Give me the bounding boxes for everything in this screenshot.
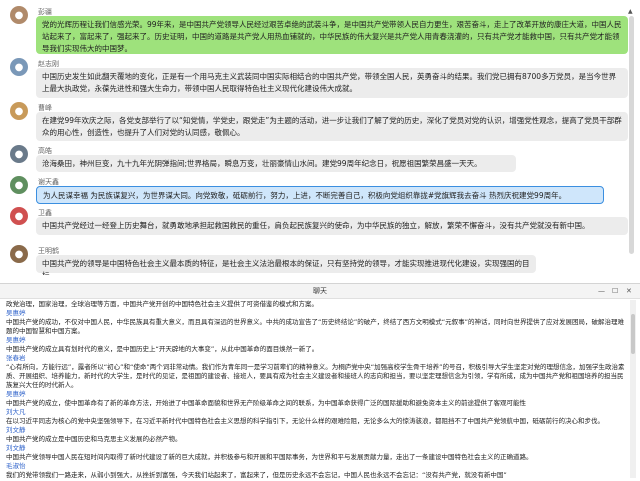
chat-message: ● 赵志刚 中国历史发生如此翻天覆地的变化，正是有一个用马克主义武装同中国实际相… bbox=[0, 56, 640, 100]
log-text: 中国共产党的成功，不仅对中国人民，中华民族具有重大意义，而且具有深远的世界意义。… bbox=[6, 318, 624, 335]
message-text: 党的光辉历程让我们信感光荣。99年来，是中国共产党领导人民经过艰苦卓绝的武装斗争… bbox=[42, 20, 622, 53]
chat-message: ● 彭疆 党的光辉历程让我们信感光荣。99年来，是中国共产党领导人民经过艰苦卓绝… bbox=[0, 2, 640, 54]
window-title: 聊天 bbox=[0, 284, 640, 299]
chat-log: 政党治理，国家治理，全球治理等方面，中国共产党开创的中国特色社会主义提供了可资借… bbox=[6, 300, 626, 480]
avatar[interactable]: ● bbox=[10, 6, 28, 24]
message-bubble[interactable]: 中国历史发生如此翻天覆地的变化，正是有一个用马克主义武装同中国实际相结合的中国共… bbox=[36, 68, 628, 98]
chat-message: ● 卫鑫 中国共产党经过一经登上历史舞台，就勇敢地承担起救国救民的重任，肩负起民… bbox=[0, 205, 640, 241]
log-text: 我们的党带领我们一路走来，从弱小到强大，从挫折到富强，今天我们站起来了，富起来了… bbox=[6, 471, 507, 479]
log-sender[interactable]: 刘大凡 bbox=[6, 408, 626, 417]
log-text: 中国共产党的成立是中国历史和马克思主义发展的必然产物。 bbox=[6, 435, 182, 443]
chat-message: ● 谢天鑫 为人民谋幸福 为民族谋复兴，为世界谋大同。向党致敬，砥砺前行，努力，… bbox=[0, 174, 640, 204]
log-sender[interactable]: 吴惠婷 bbox=[6, 309, 626, 318]
chat-message: ● 曹峰 在建党99年欢庆之际，各党支部举行了以“知党情，学党史，跟党走”为主题… bbox=[0, 100, 640, 142]
log-sender[interactable]: 刘文静 bbox=[6, 444, 626, 453]
message-text: 为人民谋幸福 为民族谋复兴，为世界谋大同。向党致敬，砥砺前行，努力，上进，不断完… bbox=[43, 191, 567, 200]
message-bubble[interactable]: 为人民谋幸福 为民族谋复兴，为世界谋大同。向党致敬，砥砺前行，努力，上进，不断完… bbox=[36, 186, 604, 204]
maximize-icon[interactable]: ☐ bbox=[612, 286, 618, 296]
log-text: 在以习近平同志为核心的党中央坚强领导下，在习近平新时代中国特色社会主义思想的科学… bbox=[6, 417, 604, 425]
message-text: 中国共产党经过一经登上历史舞台，就勇敢地承担起救国救民的重任，肩负起民族复兴的使… bbox=[42, 221, 590, 230]
scroll-up-icon[interactable]: ▲ bbox=[628, 8, 633, 15]
chat-message: ● 王明鹤 中国共产党的领导是中国特色社会主义最本质的特征，是社会主义法治最根本… bbox=[0, 243, 640, 275]
log-text: 中国共产党的成立，使中国革命有了新的革命方法，开始进了中国革命面貌和世界无产阶级… bbox=[6, 399, 526, 407]
message-text: 在建党99年欢庆之际，各党支部举行了以“知党情，学党史，跟党走”为主题的活动，进… bbox=[42, 116, 622, 137]
message-bubble[interactable]: 沧海桑田，神州巨变，九十九年光阴弹指间;世界格局，瞬息万变，壮丽豪情山水间。建党… bbox=[36, 155, 516, 172]
log-scrollbar-thumb[interactable] bbox=[631, 314, 635, 354]
scrollbar-thumb[interactable] bbox=[629, 16, 634, 254]
log-sender[interactable]: 毛淑怡 bbox=[6, 462, 626, 471]
message-text: 中国共产党的领导是中国特色社会主义最本质的特征，是社会主义法治最根本的保证，只有… bbox=[42, 259, 530, 275]
message-text: 中国历史发生如此翻天覆地的变化，正是有一个用马克主义武装同中国实际相结合的中国共… bbox=[42, 72, 617, 93]
avatar[interactable]: ● bbox=[10, 58, 28, 76]
close-icon[interactable]: ✕ bbox=[626, 286, 632, 296]
message-bubble[interactable]: 中国共产党的领导是中国特色社会主义最本质的特征，是社会主义法治最根本的保证，只有… bbox=[36, 255, 536, 275]
chat-panel: ● 彭疆 党的光辉历程让我们信感光荣。99年来，是中国共产党领导人民经过艰苦卓绝… bbox=[0, 0, 640, 275]
avatar[interactable]: ● bbox=[10, 145, 28, 163]
message-bubble[interactable]: 在建党99年欢庆之际，各党支部举行了以“知党情，学党史，跟党走”为主题的活动，进… bbox=[36, 112, 628, 141]
message-bubble[interactable]: 党的光辉历程让我们信感光荣。99年来，是中国共产党领导人民经过艰苦卓绝的武装斗争… bbox=[36, 16, 628, 54]
avatar[interactable]: ● bbox=[10, 245, 28, 263]
avatar[interactable]: ● bbox=[10, 176, 28, 194]
chat-message: ● 高皓 沧海桑田，神州巨变，九十九年光阴弹指间;世界格局，瞬息万变，壮丽豪情山… bbox=[0, 143, 640, 173]
log-sender[interactable]: 吴惠婷 bbox=[6, 390, 626, 399]
message-text: 沧海桑田，神州巨变，九十九年光阴弹指间;世界格局，瞬息万变，壮丽豪情山水间。建党… bbox=[42, 159, 482, 168]
log-sender[interactable]: 张春岩 bbox=[6, 354, 626, 363]
log-text: “心有所向，方能行远”，露者所以“初心”和“使命”两个词非常动情。我们作为青年同… bbox=[6, 363, 625, 389]
chat-log-window: 聊天 — ☐ ✕ 政党治理，国家治理，全球治理等方面，中国共产党开创的中国特色社… bbox=[0, 283, 640, 481]
message-bubble[interactable]: 中国共产党经过一经登上历史舞台，就勇敢地承担起救国救民的重任，肩负起民族复兴的使… bbox=[36, 217, 628, 235]
avatar[interactable]: ● bbox=[10, 207, 28, 225]
log-text: 中国共产党领导中国人民在短时间内取得了新时代建设了新的巨大成就，并积极参与和开展… bbox=[6, 453, 533, 461]
log-sender[interactable]: 吴惠婷 bbox=[6, 336, 626, 345]
avatar[interactable]: ● bbox=[10, 102, 28, 120]
log-text: 中国共产党的成立具有划时代的意义，是中国历史上“开天辟地的大事变”，从此中国革命… bbox=[6, 345, 319, 353]
minimize-icon[interactable]: — bbox=[598, 286, 605, 296]
log-text: 政党治理，国家治理，全球治理等方面，中国共产党开创的中国特色社会主义提供了可资借… bbox=[6, 300, 318, 308]
log-sender[interactable]: 刘文静 bbox=[6, 426, 626, 435]
